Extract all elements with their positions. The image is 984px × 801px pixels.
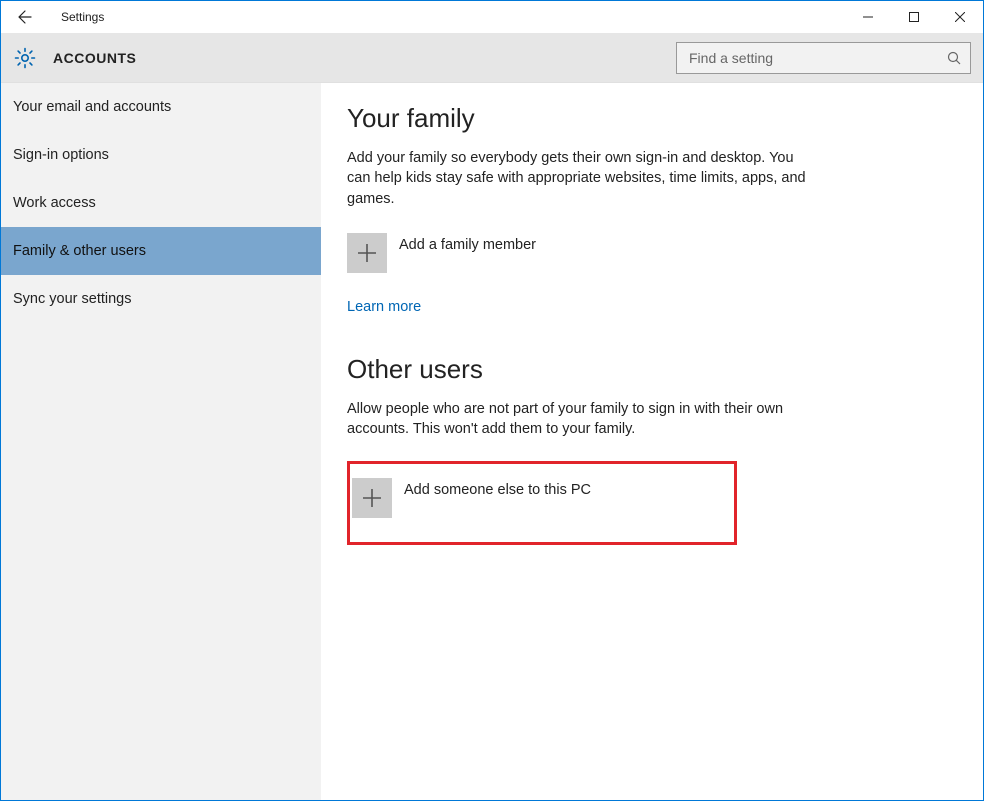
plus-tile: [347, 233, 387, 273]
back-arrow-icon: [17, 9, 33, 25]
sidebar: Your email and accounts Sign-in options …: [1, 83, 321, 800]
add-family-member-label: Add a family member: [399, 237, 536, 253]
titlebar: Settings: [1, 1, 983, 33]
window-controls: [845, 1, 983, 33]
sidebar-item-family-other-users[interactable]: Family & other users: [1, 227, 321, 275]
your-family-heading: Your family: [347, 103, 953, 134]
sidebar-item-label: Your email and accounts: [13, 99, 171, 115]
header: ACCOUNTS: [1, 33, 983, 83]
other-users-heading: Other users: [347, 354, 953, 385]
other-users-description: Allow people who are not part of your fa…: [347, 399, 807, 440]
learn-more-link[interactable]: Learn more: [347, 299, 421, 315]
add-someone-else-button[interactable]: Add someone else to this PC: [347, 461, 737, 545]
plus-tile: [352, 478, 392, 518]
sidebar-item-label: Family & other users: [13, 243, 146, 259]
close-button[interactable]: [937, 1, 983, 33]
sidebar-item-label: Sync your settings: [13, 291, 131, 307]
add-family-member-button[interactable]: Add a family member: [347, 231, 953, 275]
your-family-description: Add your family so everybody gets their …: [347, 148, 807, 209]
window-title: Settings: [61, 10, 104, 24]
sidebar-item-work-access[interactable]: Work access: [1, 179, 321, 227]
sidebar-item-label: Work access: [13, 195, 96, 211]
page-title: ACCOUNTS: [53, 50, 136, 66]
add-someone-else-label: Add someone else to this PC: [404, 482, 591, 498]
minimize-icon: [863, 12, 873, 22]
header-left: ACCOUNTS: [13, 46, 136, 70]
content: Your email and accounts Sign-in options …: [1, 83, 983, 800]
maximize-button[interactable]: [891, 1, 937, 33]
sidebar-item-email-accounts[interactable]: Your email and accounts: [1, 83, 321, 131]
minimize-button[interactable]: [845, 1, 891, 33]
gear-icon: [13, 46, 37, 70]
search-input[interactable]: [689, 50, 946, 66]
sidebar-item-sync-settings[interactable]: Sync your settings: [1, 275, 321, 323]
maximize-icon: [909, 12, 919, 22]
sidebar-item-signin-options[interactable]: Sign-in options: [1, 131, 321, 179]
plus-icon: [361, 487, 383, 509]
main-panel: Your family Add your family so everybody…: [321, 83, 983, 800]
search-icon: [946, 50, 962, 66]
sidebar-item-label: Sign-in options: [13, 147, 109, 163]
close-icon: [955, 12, 965, 22]
back-button[interactable]: [1, 1, 49, 33]
plus-icon: [356, 242, 378, 264]
search-box[interactable]: [676, 42, 971, 74]
